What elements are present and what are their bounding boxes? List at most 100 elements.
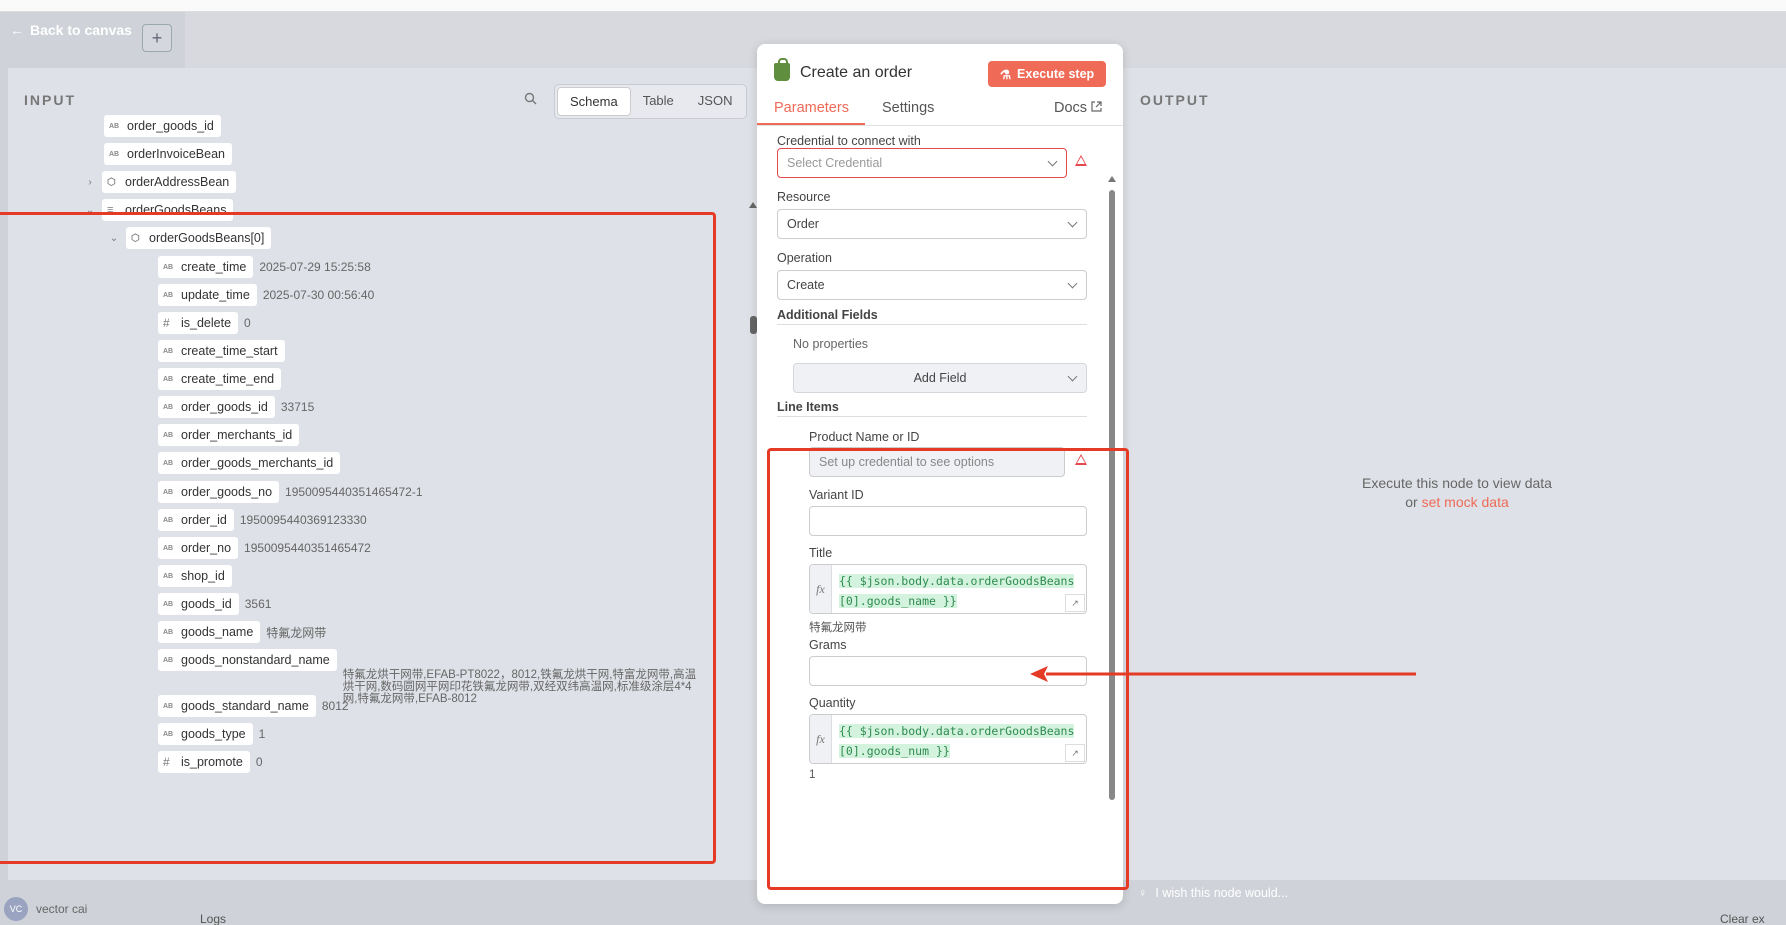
field-key[interactable]: # is_delete <box>158 312 239 334</box>
field-key-label: goods_type <box>181 727 246 741</box>
scroll-up-icon[interactable] <box>1108 176 1116 182</box>
node-title[interactable]: Create an order <box>800 64 912 82</box>
field-key[interactable]: AB goods_standard_name <box>158 695 316 717</box>
tree-row[interactable]: ⌄ ≡ orderGoodsBeans <box>84 199 234 221</box>
field-key[interactable]: AB order_goods_id <box>158 396 275 418</box>
field-key[interactable]: ≡ orderGoodsBeans <box>102 199 234 221</box>
feedback-link[interactable]: ♀ I wish this node would... <box>1138 886 1288 900</box>
field-key[interactable]: AB update_time <box>158 284 257 306</box>
tab-settings[interactable]: Settings <box>882 100 934 116</box>
field-key-label: create_time_end <box>181 372 275 386</box>
tree-row[interactable]: AB order_no 1950095440351465472 <box>158 537 371 559</box>
string-type-icon: AB <box>163 263 174 271</box>
scrollbar-thumb[interactable] <box>750 316 757 334</box>
field-key[interactable]: AB goods_type <box>158 723 253 745</box>
add-field-button[interactable]: Add Field <box>793 363 1087 393</box>
add-node-button[interactable]: + <box>142 24 172 52</box>
tree-row[interactable]: AB goods_id 3561 <box>158 593 271 615</box>
user-menu[interactable]: VC vector cai <box>4 897 87 921</box>
array-type-icon: ≡ <box>107 204 114 216</box>
field-key[interactable]: AB create_time_start <box>158 340 285 362</box>
product-select[interactable]: Set up credential to see options <box>809 447 1065 477</box>
tree-row[interactable]: AB goods_name 特氟龙网带 <box>158 621 326 643</box>
parameters-scrollbar[interactable] <box>1107 172 1117 892</box>
tree-row[interactable]: AB create_time 2025-07-29 15:25:58 <box>158 256 371 278</box>
credential-placeholder: Select Credential <box>787 156 883 170</box>
logs-toggle[interactable]: Logs <box>200 912 226 925</box>
execute-step-button[interactable]: ⚗ Execute step <box>988 61 1106 87</box>
scroll-up-icon[interactable] <box>749 202 757 208</box>
expand-editor-icon[interactable]: ↗ <box>1065 744 1085 762</box>
variant-id-input[interactable] <box>809 506 1087 536</box>
set-mock-data-link[interactable]: set mock data <box>1422 494 1509 510</box>
string-type-icon: AB <box>163 291 174 299</box>
field-key[interactable]: AB order_no <box>158 537 239 559</box>
field-key[interactable]: ⬡ orderAddressBean <box>102 171 237 193</box>
tree-row[interactable]: AB order_goods_no 1950095440351465472-1 <box>158 481 423 503</box>
field-key[interactable]: AB order_goods_merchants_id <box>158 452 341 474</box>
chevron-down-icon[interactable]: ⌄ <box>84 205 96 216</box>
scrollbar-thumb[interactable] <box>1109 190 1115 800</box>
field-key[interactable]: AB create_time_end <box>158 368 282 390</box>
quantity-result-preview: 1 <box>809 769 816 781</box>
quantity-expression-input[interactable]: fx {{ $json.body.data.orderGoodsBeans [0… <box>809 714 1087 764</box>
operation-select[interactable]: Create <box>777 270 1087 300</box>
resource-select[interactable]: Order <box>777 209 1087 239</box>
field-key[interactable]: ⬡ orderGoodsBeans[0] <box>126 227 272 249</box>
tree-row[interactable]: # is_promote 0 <box>158 751 263 773</box>
field-key[interactable]: AB goods_id <box>158 593 239 615</box>
field-value: 1950095440369123330 <box>239 513 367 527</box>
tree-row[interactable]: AB order_goods_id <box>104 115 221 137</box>
field-key[interactable]: AB create_time <box>158 256 254 278</box>
output-empty-message: Execute this node to view data or set mo… <box>1122 474 1662 512</box>
field-value: 特氟龙网带 <box>266 625 327 640</box>
tree-row[interactable]: AB create_time_start <box>158 340 285 362</box>
field-value: 8012 <box>321 699 349 713</box>
tree-row[interactable]: AB update_time 2025-07-30 00:56:40 <box>158 284 374 306</box>
or-text: or <box>1405 494 1418 510</box>
tree-row[interactable]: AB goods_nonstandard_name 特氟龙烘干网带,EFAB-PT8… <box>158 649 705 705</box>
tree-row[interactable]: › ⬡ orderAddressBean <box>84 171 237 193</box>
tree-row[interactable]: AB order_goods_id 33715 <box>158 396 314 418</box>
string-type-icon: AB <box>163 730 174 738</box>
tree-row[interactable]: AB order_merchants_id <box>158 424 300 446</box>
tab-parameters[interactable]: Parameters <box>774 100 849 116</box>
field-key[interactable]: AB shop_id <box>158 565 232 587</box>
title-expression-input[interactable]: fx {{ $json.body.data.orderGoodsBeans [0… <box>809 564 1087 614</box>
view-switcher: Schema Table JSON <box>554 84 748 119</box>
tree-row[interactable]: AB orderInvoiceBean <box>104 143 232 165</box>
field-key[interactable]: AB order_merchants_id <box>158 424 300 446</box>
resource-label: Resource <box>777 190 831 204</box>
field-key[interactable]: AB orderInvoiceBean <box>104 143 232 165</box>
tree-row[interactable]: AB goods_type 1 <box>158 723 265 745</box>
docs-link[interactable]: Docs <box>1054 100 1102 116</box>
tree-row[interactable]: AB shop_id <box>158 565 232 587</box>
credential-select[interactable]: Select Credential <box>777 148 1067 178</box>
view-tab-schema[interactable]: Schema <box>557 87 631 116</box>
view-tab-table[interactable]: Table <box>631 87 686 116</box>
tree-row[interactable]: AB create_time_end <box>158 368 282 390</box>
field-key[interactable]: AB order_id <box>158 509 234 531</box>
clear-execution-button[interactable]: Clear ex <box>1720 912 1765 925</box>
field-key-label: order_goods_no <box>181 485 273 499</box>
field-value: 1950095440351465472-1 <box>285 485 423 499</box>
tree-row[interactable]: AB goods_standard_name 8012 <box>158 695 349 717</box>
search-icon[interactable] <box>524 92 538 106</box>
field-key[interactable]: AB order_goods_no <box>158 481 280 503</box>
back-to-canvas-button[interactable]: ← Back to canvas <box>10 22 132 38</box>
tree-row[interactable]: AB order_id 1950095440369123330 <box>158 509 367 531</box>
tree-row[interactable]: ⌄ ⬡ orderGoodsBeans[0] <box>108 227 272 249</box>
tree-row[interactable]: AB order_goods_merchants_id <box>158 452 341 474</box>
field-key[interactable]: AB goods_nonstandard_name <box>158 649 337 671</box>
expand-editor-icon[interactable]: ↗ <box>1065 594 1085 612</box>
field-key[interactable]: AB order_goods_id <box>104 115 221 137</box>
chevron-right-icon[interactable]: › <box>84 177 96 188</box>
chevron-down-icon[interactable]: ⌄ <box>108 233 120 244</box>
number-type-icon: # <box>163 755 170 769</box>
field-key[interactable]: AB goods_name <box>158 621 261 643</box>
field-key[interactable]: # is_promote <box>158 751 250 773</box>
add-field-label: Add Field <box>913 371 967 385</box>
flask-icon: ⚗ <box>999 67 1012 82</box>
tree-row[interactable]: # is_delete 0 <box>158 312 251 334</box>
view-tab-json[interactable]: JSON <box>686 87 745 116</box>
